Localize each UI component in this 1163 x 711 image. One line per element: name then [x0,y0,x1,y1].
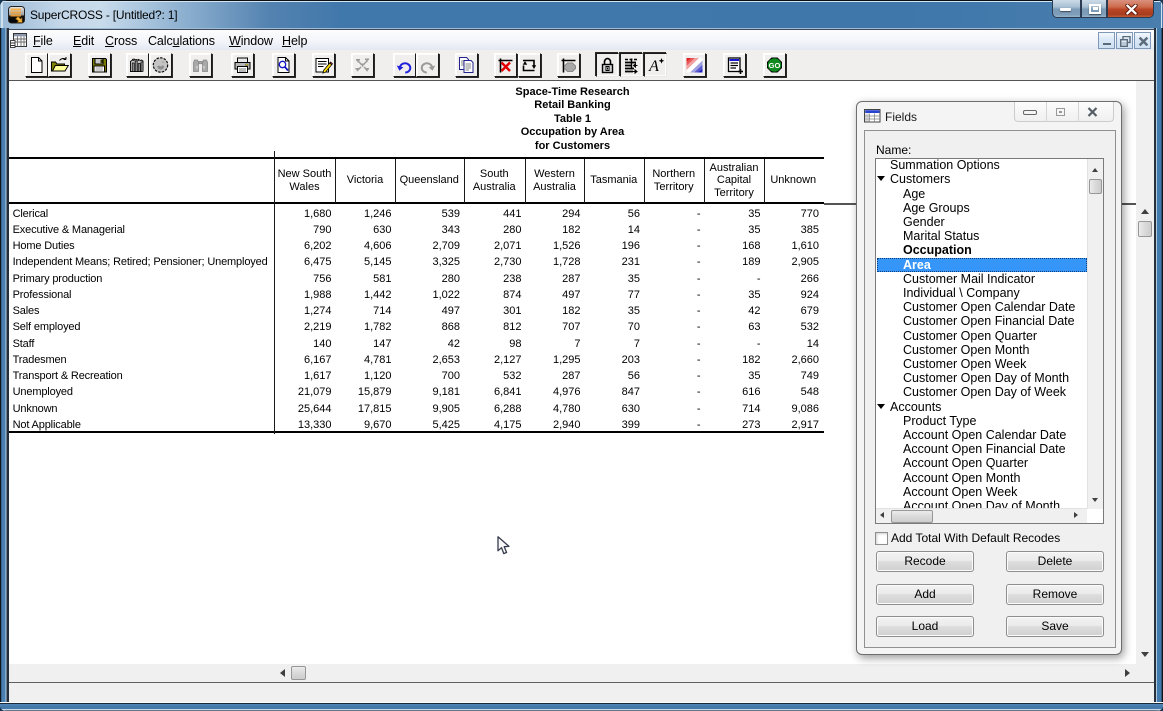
svg-text:GO: GO [769,61,781,70]
svg-text:A: A [648,58,659,74]
